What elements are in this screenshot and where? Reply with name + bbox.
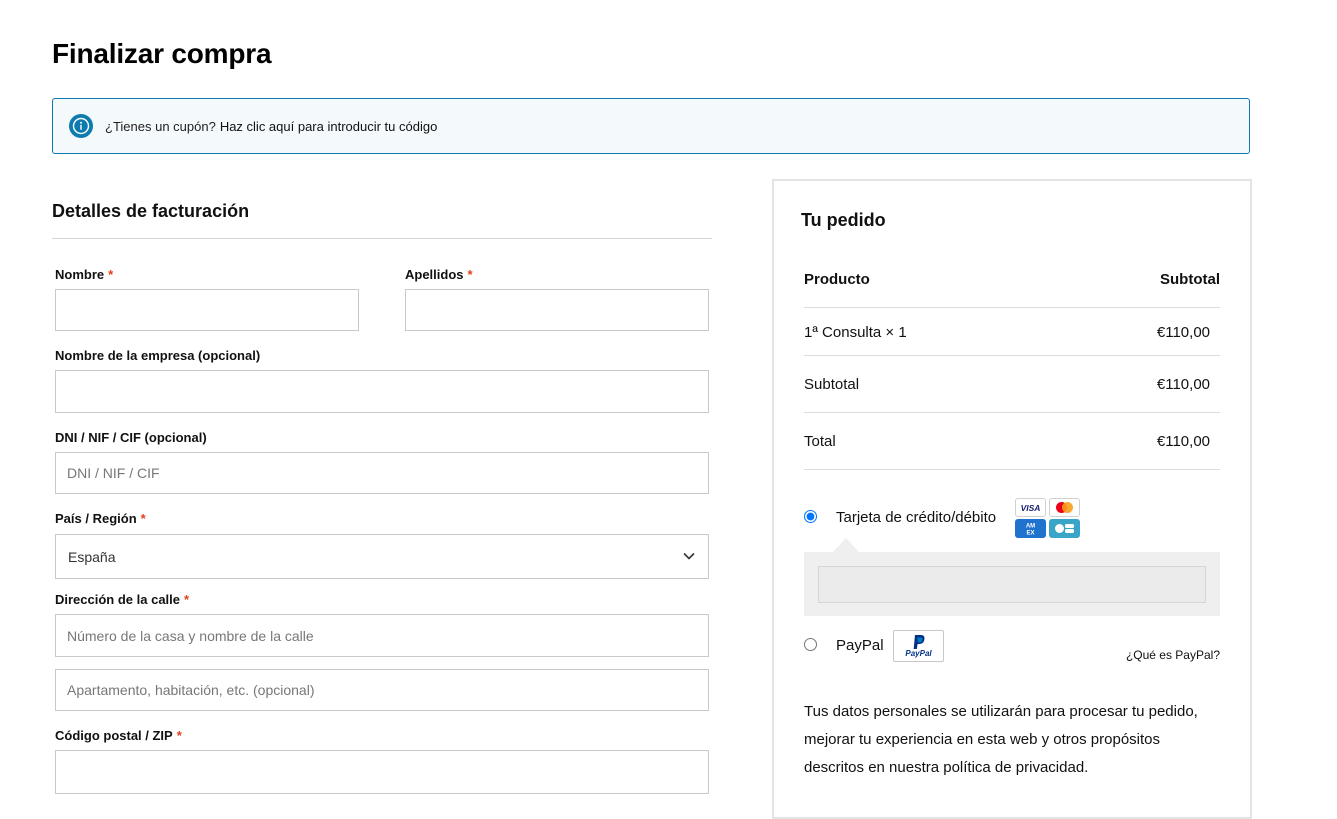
total-row: Total €110,00: [804, 430, 1220, 452]
order-item-name: 1ª Consulta × 1: [804, 323, 907, 341]
subtotal-value: €110,00: [1156, 375, 1210, 393]
required-marker: *: [184, 592, 190, 607]
company-field[interactable]: [55, 370, 709, 413]
tax-id-label: DNI / NIF / CIF (opcional): [55, 430, 207, 445]
card-box-pointer: [833, 538, 859, 552]
company-label-text: Nombre de la empresa (opcional): [55, 348, 261, 363]
cb-card-icon: [1049, 519, 1080, 538]
company-label: Nombre de la empresa (opcional): [55, 348, 260, 363]
first-name-field[interactable]: [55, 289, 359, 331]
street-label-text: Dirección de la calle: [55, 592, 181, 607]
total-value: €110,00: [1156, 432, 1210, 450]
divider: [804, 412, 1220, 413]
visa-icon: VISA: [1015, 498, 1046, 517]
country-select[interactable]: España: [55, 534, 709, 579]
street-label: Dirección de la calle *: [55, 592, 189, 607]
coupon-link[interactable]: Haz clic aquí para introducir tu código: [220, 119, 438, 134]
svg-text:EX: EX: [1026, 531, 1034, 537]
page-title: Finalizar compra: [52, 38, 272, 69]
billing-title: Detalles de facturación: [52, 201, 250, 221]
subtotal-label: Subtotal: [804, 375, 860, 393]
total-label: Total: [804, 432, 836, 450]
order-item-price: €110,00: [1156, 323, 1210, 341]
amex-icon: AM EX: [1015, 519, 1046, 538]
tax-id-label-text: DNI / NIF / CIF (opcional): [55, 430, 207, 445]
postcode-label: Código postal / ZIP *: [55, 728, 182, 743]
card-number-field[interactable]: [818, 566, 1206, 603]
paypal-p-icon: [913, 635, 925, 649]
street-address-2-field[interactable]: [55, 669, 709, 711]
paypal-badge-text: PayPal: [905, 649, 932, 658]
billing-divider: [52, 238, 712, 239]
info-icon: [69, 114, 93, 138]
divider: [804, 307, 1220, 308]
paypal-payment-label[interactable]: PayPal: [836, 637, 884, 654]
country-label-text: País / Región: [55, 511, 137, 526]
card-payment-radio[interactable]: [804, 510, 817, 523]
required-marker: *: [140, 511, 146, 526]
what-is-paypal-link[interactable]: ¿Qué es PayPal?: [1100, 648, 1220, 662]
mastercard-icon: [1049, 498, 1080, 517]
postcode-field[interactable]: [55, 750, 709, 794]
required-marker: *: [176, 728, 182, 743]
postcode-label-text: Código postal / ZIP: [55, 728, 173, 743]
product-column-header: Producto: [804, 270, 870, 288]
subtotal-column-header: Subtotal: [1160, 270, 1220, 288]
order-table-header: Producto Subtotal: [804, 268, 1220, 290]
coupon-text: ¿Tienes un cupón?: [105, 118, 216, 134]
coupon-notice: ¿Tienes un cupón? Haz clic aquí para int…: [52, 98, 1250, 154]
chevron-down-icon: [682, 549, 696, 563]
required-marker: *: [467, 267, 473, 282]
country-value: España: [68, 548, 116, 565]
tax-id-field[interactable]: [55, 452, 709, 494]
svg-text:VISA: VISA: [1021, 503, 1041, 513]
street-address-field[interactable]: [55, 614, 709, 657]
order-title: Tu pedido: [801, 210, 886, 230]
first-name-label-text: Nombre: [55, 267, 105, 282]
last-name-label: Apellidos *: [405, 267, 473, 282]
paypal-payment-radio[interactable]: [804, 638, 817, 651]
card-payment-label[interactable]: Tarjeta de crédito/débito: [836, 509, 996, 526]
divider: [804, 469, 1220, 470]
svg-text:AM: AM: [1026, 524, 1035, 530]
last-name-field[interactable]: [405, 289, 709, 331]
last-name-label-text: Apellidos: [405, 267, 464, 282]
first-name-label: Nombre *: [55, 267, 113, 282]
privacy-notice: Tus datos personales se utilizarán para …: [804, 703, 1198, 776]
order-item-row: 1ª Consulta × 1 €110,00: [804, 321, 1220, 343]
country-label: País / Región *: [55, 511, 146, 526]
required-marker: *: [108, 267, 114, 282]
paypal-logo: PayPal: [893, 630, 944, 662]
subtotal-row: Subtotal €110,00: [804, 373, 1220, 395]
divider: [804, 355, 1220, 356]
